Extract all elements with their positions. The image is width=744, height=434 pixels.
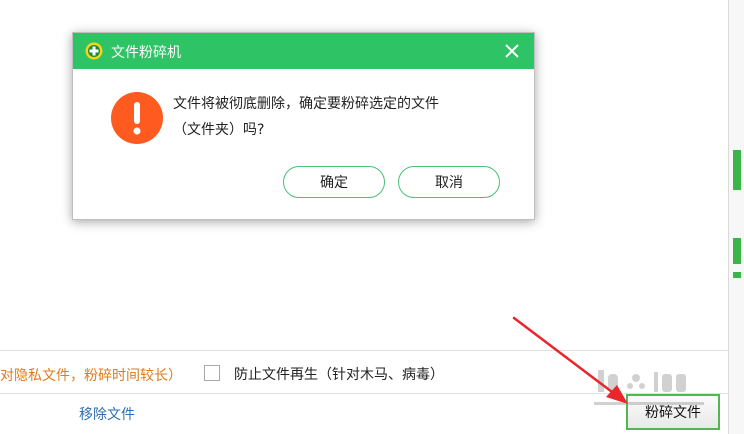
dialog-message-line2: （文件夹）吗? xyxy=(173,122,265,138)
prevent-regen-checkbox[interactable] xyxy=(204,365,220,381)
green-indicator xyxy=(733,150,741,190)
confirm-button[interactable]: 确定 xyxy=(283,166,385,198)
privacy-note: 对隐私文件，粉碎时间较长） xyxy=(0,368,182,384)
dialog-title: 文件粉碎机 xyxy=(111,45,181,61)
close-button[interactable] xyxy=(500,39,524,63)
prevent-regen-label[interactable]: 防止文件再生（针对木马、病毒） xyxy=(234,364,444,384)
close-icon xyxy=(505,44,519,58)
cancel-button[interactable]: 取消 xyxy=(398,166,500,198)
shield-plus-logo-icon xyxy=(85,42,103,60)
dialog-titlebar: 文件粉碎机 xyxy=(73,33,534,69)
exclamation-warning-icon xyxy=(111,92,163,144)
green-indicator xyxy=(733,272,741,278)
watermark-logo-icon xyxy=(594,370,704,405)
dialog-message-line1: 文件将被彻底删除，确定要粉碎选定的文件 xyxy=(173,96,439,112)
green-indicator xyxy=(733,238,741,264)
shredder-confirm-dialog: 文件粉碎机 文件将被彻底删除，确定要粉碎选定的文件 （文件夹）吗? 确定 取消 xyxy=(72,32,535,220)
remove-file-link[interactable]: 移除文件 xyxy=(79,404,135,424)
right-side-panel xyxy=(728,0,744,434)
